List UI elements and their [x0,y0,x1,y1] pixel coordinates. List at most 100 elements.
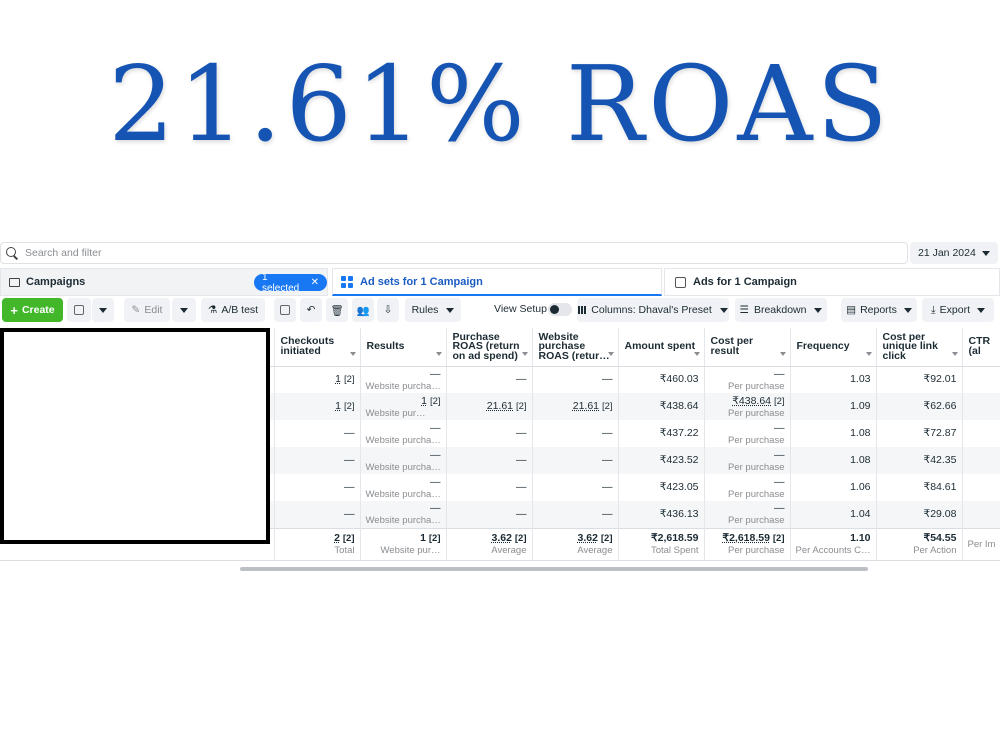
cell-value: — [452,454,527,467]
cell-number: — [602,481,613,493]
tab-campaigns[interactable]: Campaigns 1 selected ✕ [0,268,328,296]
edit-dropdown[interactable] [172,298,196,322]
undo-button[interactable]: ↶ [300,298,322,322]
cell-value: ₹54.55 [882,532,957,545]
cell-reference: [2] [343,533,355,544]
table-cell: 1 [2] [274,393,360,420]
archive-button[interactable] [274,298,296,322]
cell-number[interactable]: 1 [335,400,341,412]
page: 21.61% ROAS Search and filter 21 Jan 202… [0,0,1000,750]
columns-icon [578,306,586,314]
archive-icon [280,305,290,315]
cell-reference: [2] [430,396,441,407]
cell-subtext: Website purcha… [366,381,441,392]
ab-test-label: A/B test [221,304,258,316]
table-cell: Per Im [962,528,1000,560]
cell-value: — [538,481,613,494]
audience-button[interactable]: 👥 [352,298,374,322]
cell-reference: [2] [774,396,785,407]
breakdown-button[interactable]: ☰ Breakdown [735,298,827,322]
duplicate-dropdown[interactable] [92,298,114,322]
search-bar[interactable]: Search and filter [0,242,908,264]
column-header[interactable]: Cost per unique link click [876,328,962,366]
table-cell: 3.62 [2] Average [446,528,532,560]
chevron-down-icon [904,308,912,313]
ab-test-button[interactable]: ⚗ A/B test [201,298,265,322]
cell-number[interactable]: ₹438.64 [732,395,771,407]
column-header[interactable]: Frequency [790,328,876,366]
cell-value: ₹84.61 [882,481,957,494]
tab-ad-sets-label: Ad sets for 1 Campaign [360,276,483,288]
cell-number[interactable]: ₹2,618.59 [722,532,770,544]
table-cell: 1.09 [790,393,876,420]
cell-subtext: Per purchase [710,381,785,392]
cell-number: — [516,427,527,439]
reports-button[interactable]: ▤ Reports [841,298,917,322]
plus-icon: + [10,303,18,318]
search-icon [5,246,19,260]
tag-icon: ⇩ [384,304,393,316]
edit-label: Edit [144,304,162,316]
date-picker[interactable]: 21 Jan 2024 [910,242,998,264]
cell-number[interactable]: 3.62 [492,532,512,544]
column-header[interactable]: Amount spent [618,328,704,366]
cell-number: 1.10 [850,532,870,544]
folder-icon [9,278,20,287]
cell-value: — [538,508,613,521]
delete-button[interactable]: 🗑 [326,298,348,322]
cell-subtext: Per purchase [710,489,785,500]
redacted-name-column [0,328,270,544]
tag-button[interactable]: ⇩ [377,298,399,322]
horizontal-scrollbar[interactable] [240,567,868,571]
cell-reference: [2] [516,401,527,412]
cell-number: — [774,449,785,461]
chevron-down-icon [720,308,728,313]
cell-number: — [430,476,441,488]
tab-ads-label: Ads for 1 Campaign [693,276,797,288]
selected-badge[interactable]: 1 selected ✕ [254,274,327,291]
cell-number[interactable]: 21.61 [573,400,599,412]
columns-button[interactable]: Columns: Dhaval's Preset [577,298,729,322]
column-header[interactable]: Website purchase ROAS (retur… [532,328,618,366]
sort-icon [608,352,614,356]
table-cell: — [446,420,532,447]
table-cell: ₹42.35 [876,447,962,474]
cell-subtext: Website pur… [366,545,441,556]
table-cell: ₹84.61 [876,474,962,501]
cell-number[interactable]: 1 [421,395,427,407]
column-header[interactable]: Results [360,328,446,366]
cell-value: 1 [2] [280,373,355,386]
column-header[interactable]: Purchase ROAS (return on ad spend) [446,328,532,366]
table-cell: 1.03 [790,366,876,393]
column-header[interactable]: CTR (al [962,328,1000,366]
tab-ad-sets[interactable]: Ad sets for 1 Campaign [332,268,662,296]
column-header[interactable]: Checkouts initiated [274,328,360,366]
cell-number[interactable]: 1 [335,373,341,385]
rules-button[interactable]: Rules [405,298,461,322]
cell-number[interactable]: 2 [334,532,340,544]
duplicate-button[interactable] [67,298,91,322]
table-cell: 1 [2] [274,366,360,393]
pencil-icon: ✎ [132,304,141,316]
cell-number[interactable]: 3.62 [578,532,598,544]
cell-number: — [774,476,785,488]
tab-ads[interactable]: Ads for 1 Campaign [664,268,1000,296]
edit-button[interactable]: ✎ Edit [124,298,170,322]
column-header-label: Purchase ROAS (return on ad spend) [453,331,520,362]
cell-subtext: Total [280,545,355,556]
cell-value: — [366,368,441,381]
cell-value: — [452,481,527,494]
cell-number: ₹72.87 [924,427,957,439]
table-cell: ₹2,618.59 [2] Per purchase [704,528,790,560]
column-header[interactable]: Cost per result [704,328,790,366]
close-icon[interactable]: ✕ [311,277,319,288]
table-cell: — Per purchase [704,474,790,501]
cell-number: — [774,368,785,380]
cell-subtext: Per Accounts C… [796,545,871,556]
table-cell: ₹460.03 [618,366,704,393]
view-setup-toggle[interactable] [548,303,572,316]
cell-number[interactable]: 21.61 [487,400,513,412]
chevron-down-icon [180,308,188,313]
export-button[interactable]: ⤓ Export [922,298,994,322]
create-button[interactable]: + Create [2,298,63,322]
